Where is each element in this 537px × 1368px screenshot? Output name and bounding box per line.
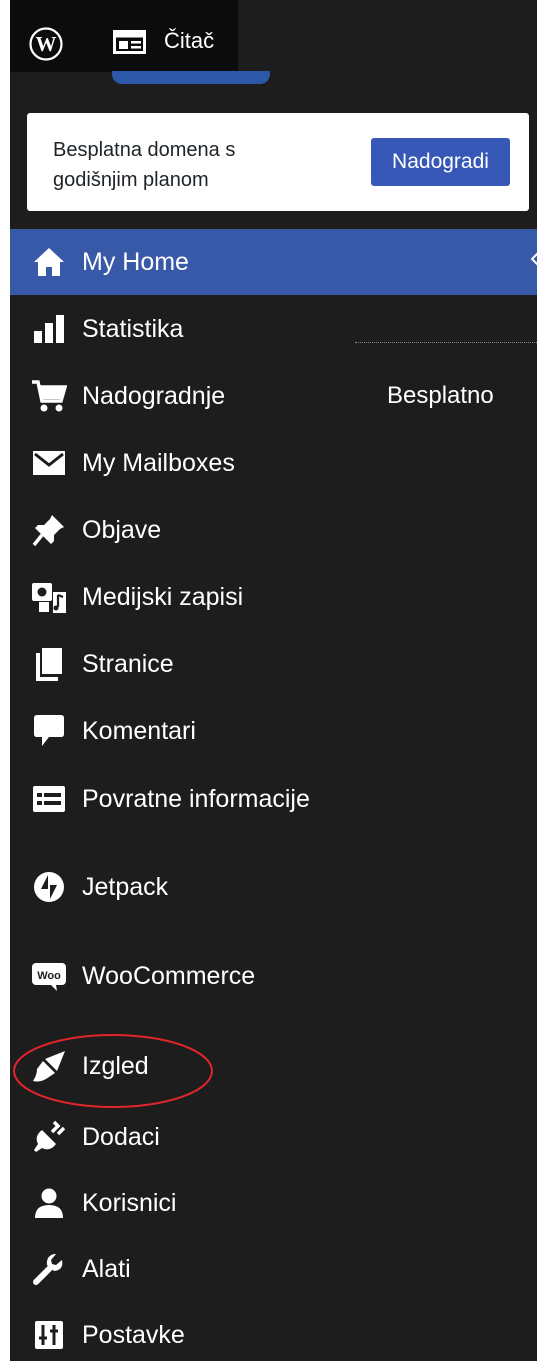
sidebar-item-objave[interactable]: Objave (10, 497, 537, 563)
wordpress-logo-icon[interactable]: W (29, 27, 63, 61)
sidebar-item-label: Nadogradnje (82, 381, 226, 410)
sidebar-item-postavke[interactable]: Postavke (10, 1302, 537, 1368)
sidebar-item-label: Povratne informacije (82, 784, 310, 813)
pin-icon (30, 511, 68, 549)
pages-icon (30, 645, 68, 683)
feedback-icon (30, 780, 68, 818)
sidebar-item-label: Postavke (82, 1320, 185, 1349)
home-icon (30, 243, 68, 281)
sidebar-item-povratne-informacije[interactable]: Povratne informacije (10, 766, 537, 832)
plugin-icon (30, 1118, 68, 1156)
sidebar-item-label: Dodaci (82, 1122, 160, 1151)
svg-text:W: W (36, 32, 57, 56)
upgrade-text: Besplatna domena s godišnjim planom (53, 139, 236, 191)
upgrade-card: Besplatna domena s godišnjim planom Nado… (27, 113, 529, 211)
sidebar-item-label: Medijski zapisi (82, 582, 244, 611)
media-icon (30, 578, 68, 616)
sidebar-item-label: My Home (82, 247, 189, 276)
sidebar-item-label: Stranice (82, 649, 174, 678)
sidebar-item-statistika[interactable]: Statistika (10, 296, 537, 362)
sidebar-item-label: Komentari (82, 716, 196, 745)
wrench-icon (30, 1250, 68, 1288)
sidebar-item-label: My Mailboxes (82, 448, 235, 477)
sidebar-item-stranice[interactable]: Stranice (10, 631, 537, 697)
sidebar-item-woocommerce[interactable]: Woo WooCommerce (10, 943, 537, 1009)
site-switcher-tab[interactable] (112, 71, 270, 84)
sidebar-item-label: Korisnici (82, 1188, 177, 1217)
sidebar-item-jetpack[interactable]: Jetpack (10, 854, 537, 920)
sidebar-item-nadogradnje[interactable]: Nadogradnje Besplatno (10, 363, 537, 429)
user-icon (30, 1184, 68, 1222)
highlight-ellipse (13, 1034, 213, 1108)
sidebar-item-my-mailboxes[interactable]: My Mailboxes (10, 430, 537, 496)
sidebar-item-label: Alati (82, 1254, 131, 1283)
upgrade-button[interactable]: Nadogradi (371, 138, 510, 186)
reader-label[interactable]: Čitač (164, 28, 214, 54)
sidebar-item-label: Statistika (82, 314, 184, 343)
jetpack-icon (30, 868, 68, 906)
sidebar-item-label: Jetpack (82, 872, 169, 901)
comment-icon (30, 712, 68, 750)
stats-icon (30, 310, 68, 348)
settings-icon (30, 1316, 68, 1354)
divider (355, 342, 537, 343)
sidebar-item-korisnici[interactable]: Korisnici (10, 1170, 537, 1236)
collapse-caret-icon (530, 252, 537, 266)
free-badge: Besplatno (387, 382, 494, 409)
sidebar-item-medijski-zapisi[interactable]: Medijski zapisi (10, 564, 537, 630)
woocommerce-icon: Woo (30, 957, 68, 995)
cart-icon (30, 377, 68, 415)
mail-icon (30, 444, 68, 482)
sidebar-item-label: WooCommerce (82, 961, 256, 990)
sidebar-item-alati[interactable]: Alati (10, 1236, 537, 1302)
sidebar-item-label: Objave (82, 515, 162, 544)
svg-text:Woo: Woo (37, 970, 61, 982)
sidebar-item-my-home[interactable]: My Home (10, 229, 537, 295)
reader-icon[interactable] (113, 30, 146, 54)
sidebar-item-komentari[interactable]: Komentari (10, 698, 537, 764)
